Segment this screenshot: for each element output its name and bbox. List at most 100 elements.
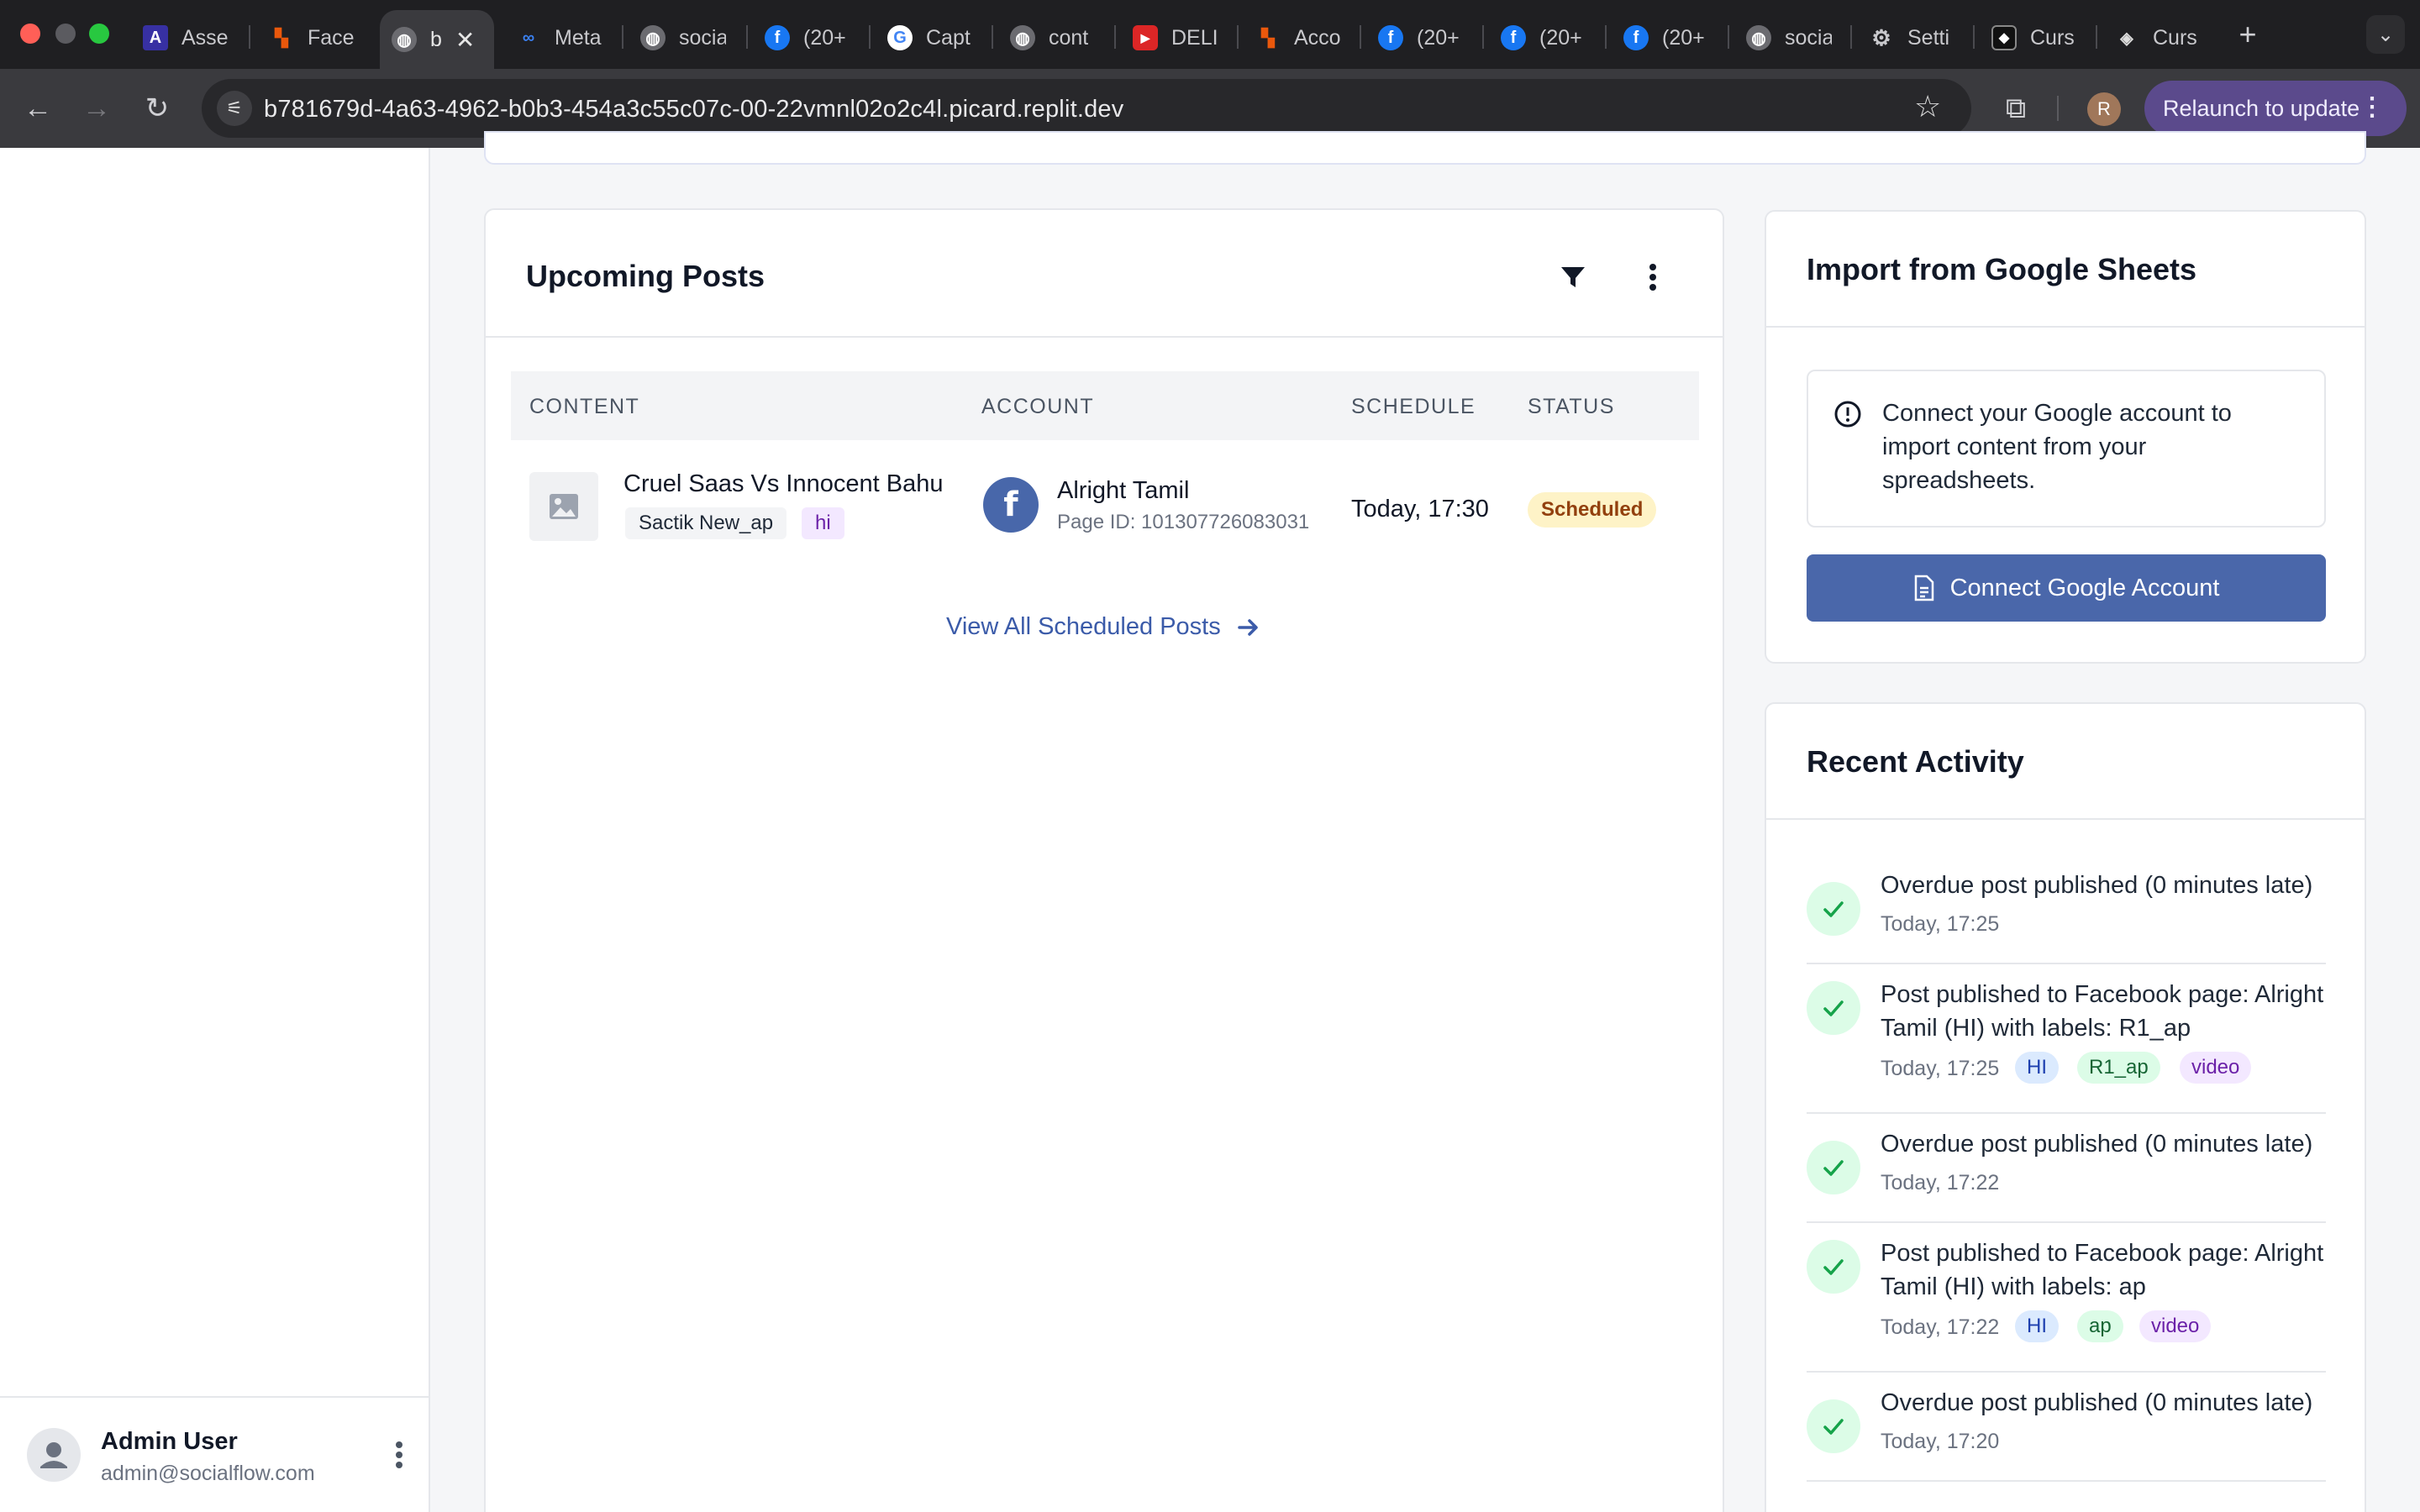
recent-activity-card: Recent Activity Overdue post published (… (1765, 702, 2366, 1512)
bars-icon: ▚ (275, 29, 288, 48)
divider (1766, 326, 2365, 328)
activity-item: Post published to Facebook page: Alright… (1807, 1240, 2326, 1373)
schedule-time: Today, 17:30 (1351, 496, 1489, 522)
facebook-icon: f (765, 25, 790, 50)
activity-time: Today, 17:22 (1881, 1171, 2000, 1194)
activity-label-chip: ap (2077, 1310, 2123, 1342)
activity-label-chip: R1_ap (2077, 1052, 2160, 1084)
check-icon (1807, 1399, 1860, 1453)
browser-tab[interactable]: ∞ Meta (504, 13, 613, 62)
browser-tab[interactable]: ◍ socia (1734, 13, 1844, 62)
cursor-icon: ◈ (2120, 29, 2133, 48)
browser-tab[interactable]: ⚙ Setti (1857, 13, 1961, 62)
card-title: Recent Activity (1807, 744, 2024, 779)
google-sheets-card: Import from Google Sheets Connect your G… (1765, 210, 2366, 664)
facebook-icon: f (1378, 25, 1403, 50)
activity-text: Post published to Facebook page: Alright… (1881, 981, 2324, 1042)
close-tab-icon[interactable]: ✕ (455, 26, 475, 54)
browser-tab[interactable]: ◍ socia (629, 13, 738, 62)
meta-icon: ∞ (522, 28, 535, 47)
maximize-window-button[interactable] (89, 24, 109, 44)
activity-item: Post published to Facebook page: Alright… (1807, 981, 2326, 1114)
browser-tab[interactable]: ▚ Face (257, 13, 366, 62)
facebook-icon: f (983, 477, 1039, 533)
browser-tab[interactable]: f (20+ (1489, 13, 1594, 62)
post-label-chip: hi (802, 507, 844, 539)
activity-text: Overdue post published (0 minutes late) (1881, 872, 2313, 899)
tab-search-button[interactable]: ⌄ (2366, 15, 2405, 54)
browser-tab[interactable]: f (20+ (1366, 13, 1471, 62)
minimize-window-button[interactable] (55, 24, 76, 44)
more-vert-icon[interactable] (1642, 260, 1664, 294)
divider (1766, 818, 2365, 820)
new-tab-button[interactable]: + (2228, 15, 2267, 54)
browser-tab[interactable]: f (20+ (753, 13, 858, 62)
browser-tab[interactable]: f (20+ (1612, 13, 1717, 62)
asana-icon: A (143, 25, 168, 50)
previous-card-edge (484, 131, 2366, 165)
site-settings-icon[interactable]: ⚟ (217, 91, 252, 126)
activity-time: Today, 17:25 (1881, 1057, 2000, 1080)
browser-tab-active[interactable]: ◍ b ✕ (380, 10, 494, 69)
image-icon (529, 472, 598, 541)
activity-time: Today, 17:22 (1881, 1315, 2000, 1339)
column-header-status: STATUS (1528, 395, 1615, 418)
activity-time: Today, 17:20 (1881, 1430, 2000, 1453)
close-window-button[interactable] (20, 24, 40, 44)
url-text: b781679d-4a63-4962-b0b3-454a3c55c07c-00-… (264, 96, 1124, 123)
activity-label-chip: HI (2015, 1052, 2059, 1084)
activity-item: Overdue post published (0 minutes late) … (1807, 1389, 2326, 1482)
cursor-icon: ◆ (1991, 25, 2017, 50)
view-all-scheduled-link[interactable]: View All Scheduled Posts (946, 613, 1261, 641)
facebook-icon: f (1623, 25, 1649, 50)
browser-tab[interactable]: ▚ Acco (1244, 13, 1353, 62)
activity-item: Overdue post published (0 minutes late) … (1807, 1131, 2326, 1223)
column-header-schedule: SCHEDULE (1351, 395, 1476, 418)
globe-icon: ◍ (392, 27, 417, 52)
sidebar: Admin User admin@socialflow.com (0, 148, 430, 1512)
bookmark-star-icon[interactable]: ☆ (1914, 89, 1941, 124)
user-menu-icon[interactable] (388, 1438, 410, 1472)
activity-text: Overdue post published (0 minutes late) (1881, 1389, 2313, 1416)
youtube-icon: ▶ (1133, 25, 1158, 50)
user-name: Admin User (101, 1428, 238, 1455)
browser-tab[interactable]: ◆ Curs (1980, 13, 2086, 62)
activity-item: Overdue post published (0 minutes late) … (1807, 872, 2326, 964)
info-box: Connect your Google account to import co… (1807, 370, 2326, 528)
divider (486, 336, 1723, 338)
back-button[interactable]: ← (18, 89, 57, 128)
browser-tab[interactable]: ◈ Curs (2102, 13, 2209, 62)
card-title: Upcoming Posts (526, 259, 765, 293)
table-row[interactable] (511, 440, 1699, 570)
user-panel: Admin User admin@socialflow.com (0, 1396, 429, 1512)
globe-icon: ◍ (1746, 25, 1771, 50)
connect-google-account-button[interactable]: Connect Google Account (1807, 554, 2326, 622)
activity-time: Today, 17:25 (1881, 912, 2000, 936)
activity-label-chip: video (2139, 1310, 2212, 1342)
browser-tab[interactable]: G Capt (876, 13, 982, 62)
address-bar[interactable]: ⚟ b781679d-4a63-4962-b0b3-454a3c55c07c-0… (202, 79, 1971, 138)
facebook-icon: f (1501, 25, 1526, 50)
post-label-chip: Sactik New_ap (625, 507, 787, 539)
account-page-id: Page ID: 101307726083031 (1057, 511, 1310, 533)
more-vert-icon: ⋮ (2360, 93, 2385, 121)
relaunch-button[interactable]: Relaunch to update ⋮ (2144, 81, 2407, 136)
activity-label-chip: video (2180, 1052, 2252, 1084)
user-email: admin@socialflow.com (101, 1462, 315, 1485)
browser-tab[interactable]: ◍ cont (998, 13, 1100, 62)
info-text: Connect your Google account to import co… (1882, 400, 2232, 494)
bars-icon: ▚ (1261, 29, 1275, 48)
browser-tab[interactable]: ▶ DELI (1121, 13, 1230, 62)
globe-icon: ◍ (640, 25, 666, 50)
forward-button[interactable]: → (77, 89, 116, 128)
info-icon (1834, 401, 1861, 428)
column-header-content: CONTENT (529, 395, 640, 418)
extensions-icon[interactable]: ⧉ (1996, 89, 2035, 128)
reload-button[interactable]: ↻ (138, 89, 176, 128)
upcoming-posts-card: Upcoming Posts CONTENT ACCOUNT SCHEDULE … (484, 208, 1724, 1512)
profile-avatar[interactable]: R (2087, 92, 2121, 126)
activity-text: Post published to Facebook page: Alright… (1881, 1240, 2324, 1300)
browser-tab[interactable]: A Asse (131, 13, 240, 62)
globe-icon: ◍ (1010, 25, 1035, 50)
filter-icon[interactable] (1556, 260, 1590, 294)
